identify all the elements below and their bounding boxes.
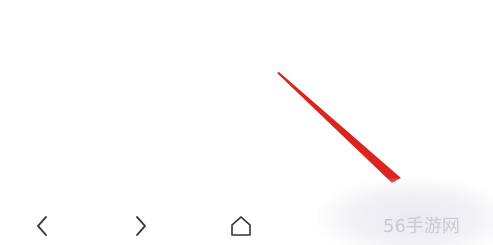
home-button[interactable] [227,212,255,240]
browser-screen: 56手游网 [0,0,493,245]
arrow-shaft [277,72,401,183]
chevron-left-icon [37,216,47,236]
back-button[interactable] [28,212,56,240]
chevron-right-icon [136,216,146,236]
forward-button[interactable] [127,212,155,240]
home-icon [231,216,251,236]
watermark-text: 56手游网 [383,216,460,237]
